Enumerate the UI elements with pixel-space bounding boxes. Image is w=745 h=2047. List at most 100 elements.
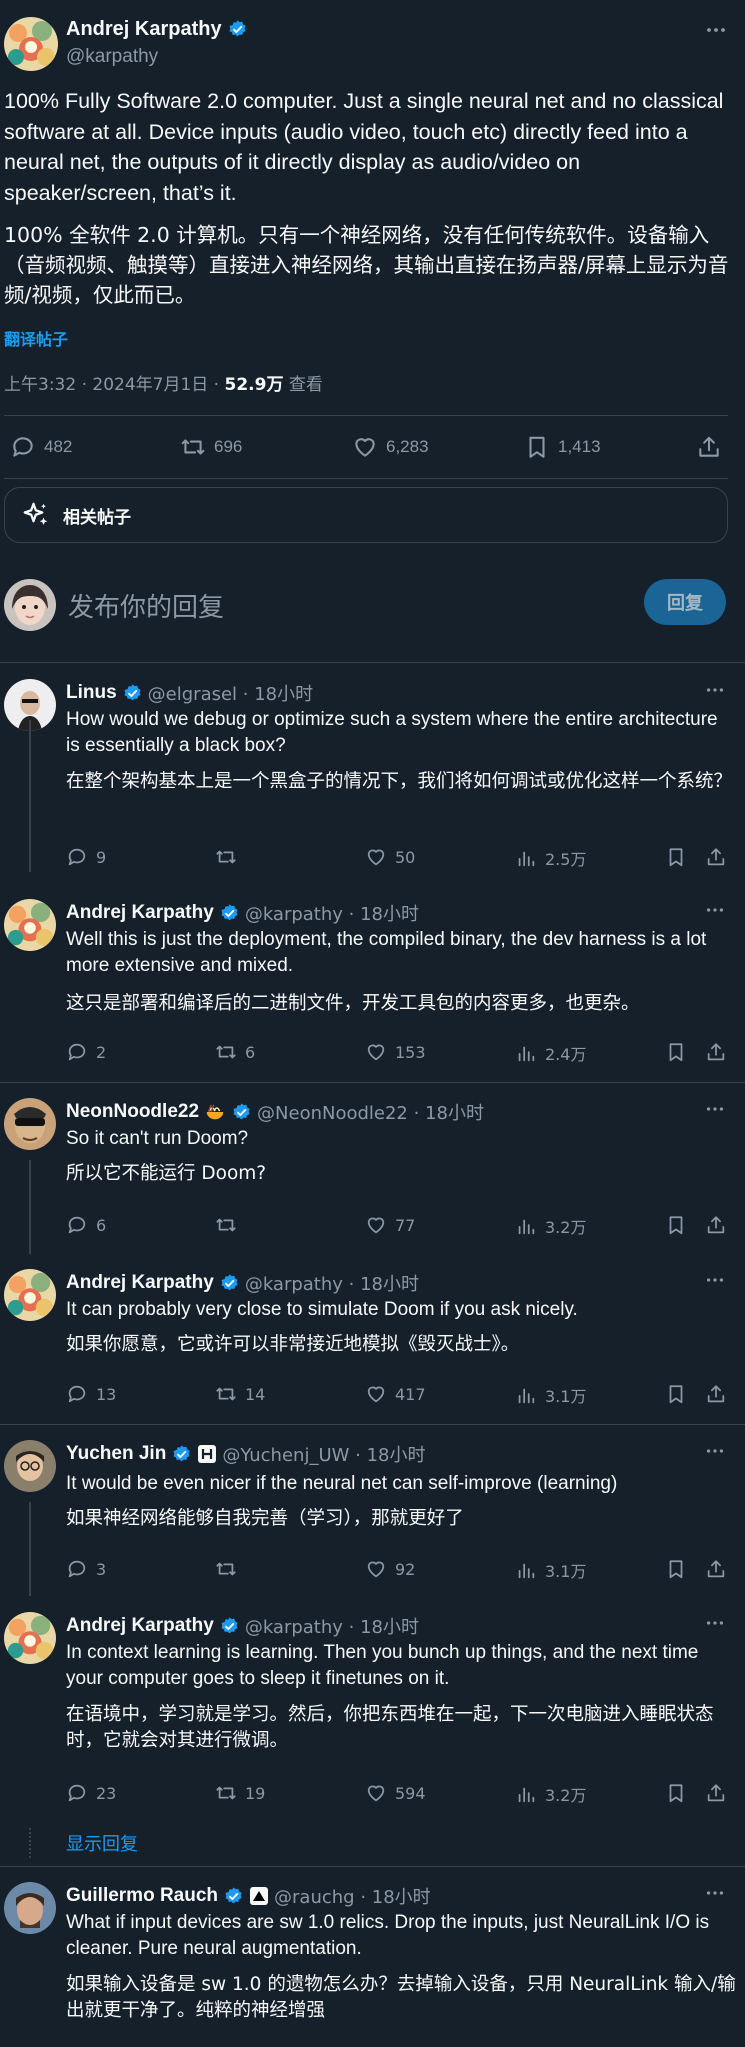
reply-author-handle[interactable]: @elgrasel · 18小时 <box>148 680 313 706</box>
more-options-icon[interactable] <box>704 1269 726 1291</box>
verified-badge-icon <box>221 1273 238 1290</box>
reply-author-handle[interactable]: @rauchg · 18小时 <box>274 1883 431 1909</box>
reply-action[interactable]: 3 <box>66 1558 106 1580</box>
show-replies-link[interactable]: 显示回复 <box>66 1830 138 1856</box>
views-action[interactable]: 3.1万 <box>515 1558 586 1582</box>
reply-item[interactable]: Linus @elgrasel · 18小时 How would we debu… <box>0 663 745 869</box>
reply-author-handle[interactable]: @karpathy · 18小时 <box>245 1613 419 1639</box>
related-posts-button[interactable]: 相关帖子 <box>4 487 728 543</box>
like-action[interactable]: 6,283 <box>352 434 429 460</box>
reply-author-name[interactable]: Guillermo Rauch <box>66 1885 218 1907</box>
reply-author-name[interactable]: Andrej Karpathy <box>66 1272 214 1294</box>
views-action[interactable]: 2.5万 <box>515 846 586 870</box>
more-options-icon[interactable] <box>704 1098 726 1120</box>
more-options-icon[interactable] <box>704 899 726 921</box>
reply-action[interactable]: 6 <box>66 1214 106 1236</box>
retweet-action[interactable]: 6 <box>215 1041 255 1063</box>
reply-item[interactable]: Yuchen Jin @Yuchenj_UW · 18小时 It would b… <box>0 1424 745 1596</box>
reply-author-name[interactable]: Linus <box>66 682 117 704</box>
reply-submit-button[interactable]: 回复 <box>644 579 726 625</box>
tweet-text: 100% Fully Software 2.0 computer. Just a… <box>4 89 724 205</box>
thread-line <box>29 1502 31 1596</box>
bookmark-action[interactable] <box>665 1214 687 1236</box>
vercel-affiliate-badge-icon <box>250 1887 269 1905</box>
retweet-action[interactable]: 19 <box>215 1782 265 1804</box>
current-user-avatar[interactable] <box>4 579 56 631</box>
reply-text-translated: 如果输入设备是 sw 1.0 的遗物怎么办？去掉输入设备，只用 NeuralLi… <box>66 1974 736 2021</box>
retweet-action[interactable]: 696 <box>180 434 242 460</box>
verified-badge-icon <box>124 683 141 700</box>
reply-avatar[interactable] <box>4 1269 56 1321</box>
reply-input[interactable]: 发布你的回复 <box>68 587 224 624</box>
reply-icon <box>68 1216 86 1234</box>
reply-text-translated: 在语境中，学习就是学习。然后，你把东西堆在一起，下一次电脑进入睡眠状态时，它就会… <box>66 1704 714 1751</box>
reply-avatar[interactable] <box>4 1440 56 1492</box>
views-action[interactable]: 2.4万 <box>515 1041 586 1065</box>
reply-item[interactable]: Guillermo Rauch @rauchg · 18小时 What if i… <box>0 1866 745 2047</box>
reply-avatar[interactable] <box>4 1098 56 1150</box>
views-action[interactable]: 3.2万 <box>515 1214 586 1238</box>
bookmark-action[interactable] <box>665 1041 687 1063</box>
share-icon <box>707 1385 725 1403</box>
share-action[interactable] <box>705 1558 727 1580</box>
reply-author-handle[interactable]: @NeonNoodle22 · 18小时 <box>257 1099 484 1125</box>
reply-author-name[interactable]: Yuchen Jin <box>66 1443 166 1465</box>
retweet-action[interactable]: 14 <box>215 1383 265 1405</box>
reply-action[interactable]: 13 <box>66 1383 116 1405</box>
author-name[interactable]: Andrej Karpathy <box>66 18 222 41</box>
reply-author-name[interactable]: Andrej Karpathy <box>66 902 214 924</box>
analytics-icon <box>518 1563 535 1579</box>
reply-item[interactable]: Andrej Karpathy @karpathy · 18小时 In cont… <box>0 1596 745 1824</box>
reply-item[interactable]: NeonNoodle22 @NeonNoodle22 · 18小时 So it … <box>0 1082 745 1264</box>
reply-avatar[interactable] <box>4 1612 56 1664</box>
reply-item[interactable]: Andrej Karpathy @karpathy · 18小时 Well th… <box>0 883 745 1081</box>
bookmark-action[interactable] <box>665 1383 687 1405</box>
author-avatar[interactable] <box>4 17 58 71</box>
reply-author-handle[interactable]: @karpathy · 18小时 <box>245 900 419 926</box>
tweet-timestamp[interactable]: 上午3:32 · 2024年7月1日 · <box>4 375 225 395</box>
share-action[interactable] <box>705 1041 727 1063</box>
bookmark-action[interactable] <box>665 1782 687 1804</box>
more-options-icon[interactable] <box>704 1440 726 1462</box>
analytics-icon <box>518 1388 535 1404</box>
more-options-icon[interactable] <box>704 679 726 701</box>
translate-post-link[interactable]: 翻译帖子 <box>4 326 68 350</box>
reply-avatar[interactable] <box>4 899 56 951</box>
more-options-icon[interactable] <box>704 1882 726 1904</box>
share-action[interactable] <box>705 1214 727 1236</box>
retweet-action[interactable] <box>215 846 245 868</box>
like-action[interactable]: 92 <box>365 1558 415 1580</box>
share-action[interactable] <box>705 1782 727 1804</box>
bookmark-action[interactable] <box>665 846 687 868</box>
retweet-action[interactable] <box>215 1558 245 1580</box>
share-icon <box>707 1043 725 1061</box>
share-action[interactable] <box>705 1383 727 1405</box>
bookmark-action[interactable]: 1,413 <box>524 434 601 460</box>
reply-action[interactable]: 2 <box>66 1041 106 1063</box>
reply-action[interactable]: 482 <box>10 434 72 460</box>
bookmark-icon <box>669 848 683 867</box>
reply-author-handle[interactable]: @karpathy · 18小时 <box>245 1270 419 1296</box>
bookmark-action[interactable] <box>665 1558 687 1580</box>
like-action[interactable]: 594 <box>365 1782 426 1804</box>
reply-avatar[interactable] <box>4 1882 56 1934</box>
more-options-icon[interactable] <box>704 1612 726 1634</box>
like-action[interactable]: 50 <box>365 846 415 868</box>
views-action[interactable]: 3.2万 <box>515 1782 586 1806</box>
views-action[interactable]: 3.1万 <box>515 1383 586 1407</box>
like-action[interactable]: 77 <box>365 1214 415 1236</box>
reply-author-name[interactable]: Andrej Karpathy <box>66 1615 214 1637</box>
more-options-icon[interactable] <box>704 18 728 42</box>
like-action[interactable]: 153 <box>365 1041 426 1063</box>
reply-author-name[interactable]: NeonNoodle22 <box>66 1101 199 1123</box>
share-action[interactable] <box>705 846 727 868</box>
reply-item[interactable]: Andrej Karpathy @karpathy · 18小时 It can … <box>0 1253 745 1423</box>
like-action[interactable]: 417 <box>365 1383 426 1405</box>
reply-action[interactable]: 9 <box>66 846 106 868</box>
analytics-icon <box>518 851 535 867</box>
share-action[interactable] <box>696 434 722 460</box>
retweet-action[interactable] <box>215 1214 245 1236</box>
author-handle[interactable]: @karpathy <box>66 46 158 68</box>
reply-action[interactable]: 23 <box>66 1782 116 1804</box>
reply-author-handle[interactable]: @Yuchenj_UW · 18小时 <box>222 1441 425 1467</box>
